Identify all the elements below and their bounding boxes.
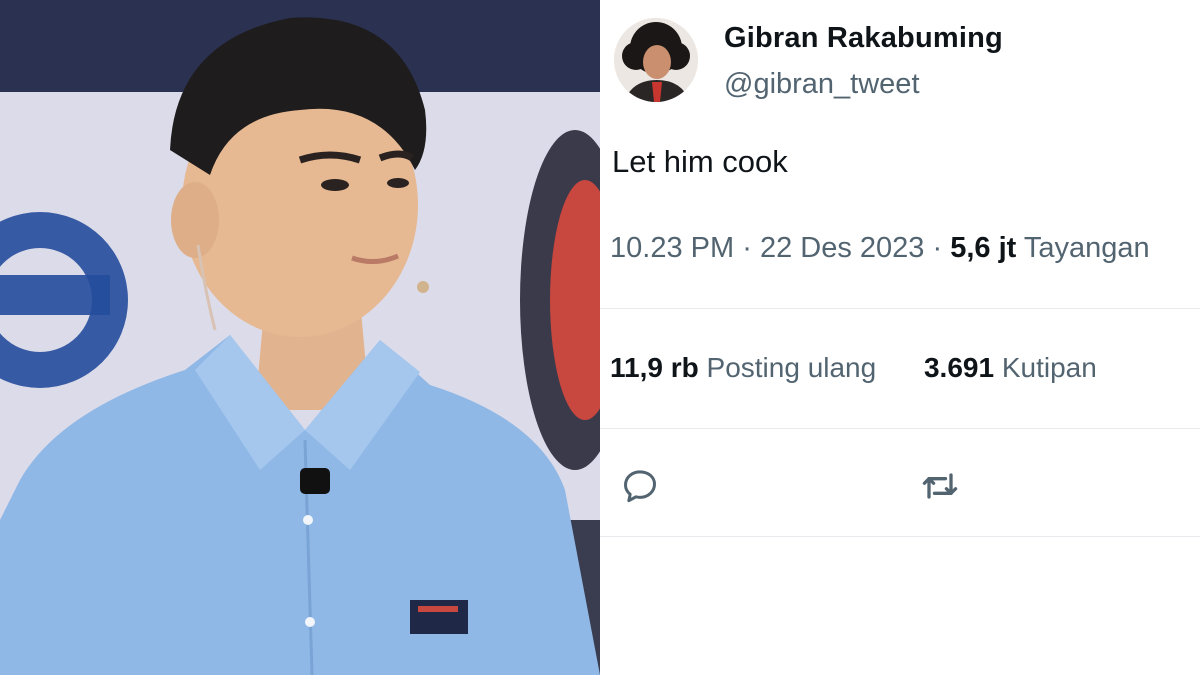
user-handle[interactable]: @gibran_tweet	[724, 68, 920, 101]
tweet-time[interactable]: 10.23 PM	[610, 232, 734, 264]
person-photo	[0, 0, 600, 675]
avatar[interactable]	[614, 18, 698, 102]
quotes-count: 3.691	[923, 352, 995, 383]
reposts-label: Posting ulang	[706, 352, 877, 383]
reply-button[interactable]	[616, 462, 664, 510]
reply-icon	[624, 470, 656, 503]
divider	[600, 536, 1200, 537]
quotes-stat[interactable]: 3.691 Kutipan	[924, 352, 1097, 384]
tweet-meta: 10.23 PM · 22 Des 2023 · 5,6 jt Tayangan	[610, 232, 1150, 265]
tweet-date[interactable]: 22 Des 2023	[760, 232, 924, 264]
views-count: 5,6 jt	[950, 232, 1017, 264]
repost-icon	[922, 473, 958, 499]
reposts-count: 11,9 rb	[610, 352, 699, 383]
tweet-text: Let him cook	[612, 144, 788, 179]
tweet-card: Gibran Rakabuming @gibran_tweet Let him …	[600, 0, 1200, 675]
avatar-image	[614, 18, 698, 102]
display-name[interactable]: Gibran Rakabuming	[724, 22, 1003, 55]
person-illustration	[0, 0, 600, 675]
reposts-stat[interactable]: 11,9 rb Posting ulang	[610, 352, 876, 384]
meta-separator: ·	[742, 232, 752, 264]
meta-separator: ·	[932, 232, 943, 264]
divider	[600, 428, 1200, 429]
repost-button[interactable]	[916, 462, 964, 510]
engagement-stats: 11,9 rb Posting ulang 3.691 Kutipan	[610, 352, 1137, 384]
views-label: Tayangan	[1023, 232, 1150, 264]
divider	[600, 308, 1200, 309]
quotes-label: Kutipan	[1001, 352, 1097, 383]
